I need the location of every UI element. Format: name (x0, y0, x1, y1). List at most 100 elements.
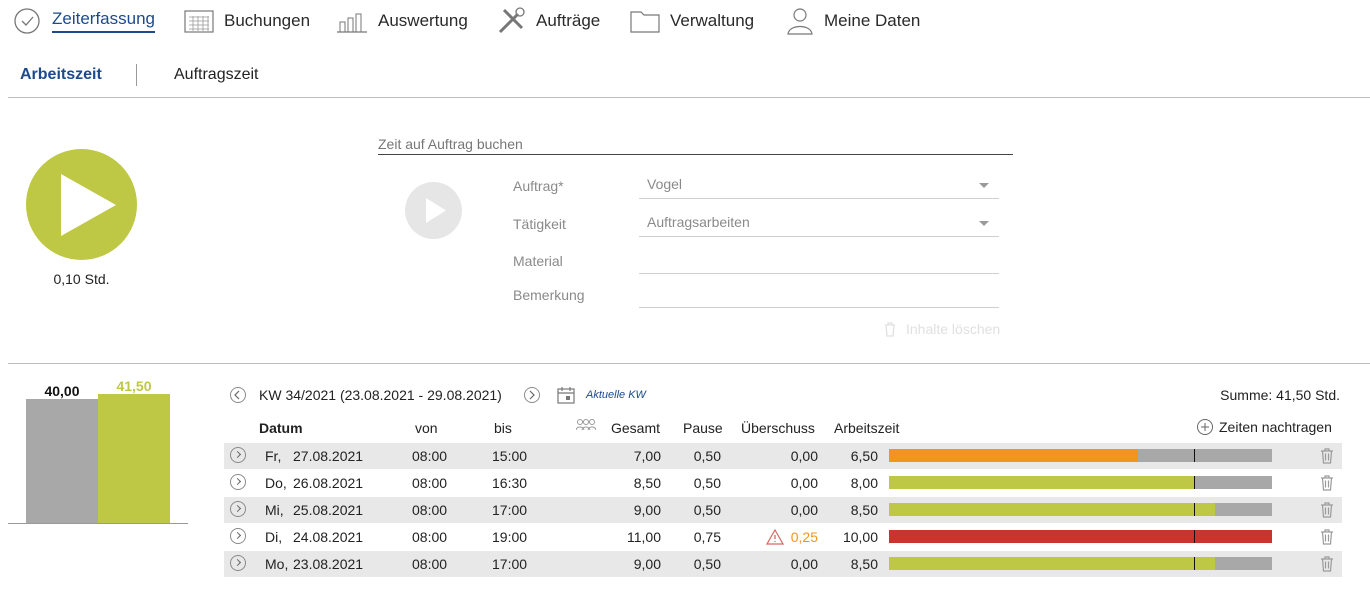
nav-label: Verwaltung (670, 11, 755, 30)
col-von: von (415, 420, 438, 436)
worktime-bar-fill (889, 530, 1272, 543)
week-sum: Summe: 41,50 Std. (1220, 387, 1340, 403)
table-row[interactable]: Do, 26.08.2021 08:00 16:30 8,50 0,50 0,00 8,00 (224, 470, 1342, 496)
material-input[interactable] (639, 249, 999, 274)
target-marker (1194, 530, 1195, 543)
expand-row-button[interactable] (230, 474, 246, 490)
worktime-bar (889, 503, 1272, 516)
auftrag-value: Vogel (647, 176, 683, 192)
nav-meine-daten[interactable]: Meine Daten (786, 6, 920, 36)
start-timer-button[interactable] (26, 149, 137, 260)
target-marker (1194, 557, 1195, 570)
row-pause: 0,50 (693, 502, 721, 518)
chevron-left-icon (234, 390, 240, 400)
expand-row-button[interactable] (230, 555, 246, 571)
prev-week-button[interactable] (230, 387, 246, 403)
row-day: Do, (265, 475, 287, 491)
table-row[interactable]: Mo, 23.08.2021 08:00 17:00 9,00 0,50 0,00 8,50 (224, 551, 1342, 577)
row-gesamt: 7,00 (633, 448, 661, 464)
row-pause: 0,50 (693, 556, 721, 572)
row-arbeitszeit: 8,00 (850, 475, 878, 491)
row-day: Fr, (265, 448, 282, 464)
nav-label: Buchungen (224, 11, 311, 30)
trash-icon[interactable] (1319, 448, 1335, 464)
col-arbeitszeit: Arbeitszeit (834, 420, 900, 436)
table-row[interactable]: Mi, 25.08.2021 08:00 17:00 9,00 0,50 0,00 8,50 (224, 497, 1342, 523)
calendar-grid-icon (184, 10, 214, 33)
current-week-button[interactable]: Aktuelle KW (556, 385, 646, 405)
calendar-icon (557, 387, 575, 404)
target-marker (1194, 449, 1195, 462)
row-von: 08:00 (412, 502, 448, 518)
row-ueberschuss: 0,00 (790, 502, 818, 518)
worktime-bar (889, 449, 1272, 462)
expand-row-button[interactable] (230, 447, 246, 463)
row-day: Di, (265, 529, 283, 545)
row-bis: 17:00 (492, 502, 528, 518)
worktime-bar (889, 476, 1272, 489)
row-pause: 0,50 (693, 475, 721, 491)
timer-value: 0,10 Std. (53, 271, 110, 287)
table-row[interactable]: Fr, 27.08.2021 08:00 15:00 7,00 0,50 0,00 6,50 (224, 443, 1342, 469)
row-arbeitszeit: 6,50 (850, 448, 878, 464)
row-pause: 0,75 (693, 529, 721, 545)
row-gesamt: 9,00 (633, 556, 661, 572)
divider (8, 363, 1370, 364)
row-bis: 16:30 (492, 475, 528, 491)
team-icon[interactable] (575, 418, 597, 437)
clear-label: Inhalte löschen (906, 321, 1001, 337)
expand-row-button[interactable] (230, 528, 246, 544)
taetigkeit-label: Tätigkeit (513, 216, 566, 232)
nav-verwaltung[interactable]: Verwaltung (630, 6, 754, 36)
row-von: 08:00 (412, 475, 448, 491)
row-bis: 19:00 (492, 529, 528, 545)
worktime-bar-fill (889, 449, 1138, 462)
tab-arbeitszeit[interactable]: Arbeitszeit (20, 66, 102, 84)
row-arbeitszeit: 8,50 (850, 502, 878, 518)
row-arbeitszeit: 10,00 (842, 529, 878, 545)
start-order-timer-button[interactable] (405, 182, 462, 239)
nav-label: Auswertung (378, 11, 468, 30)
add-times-label: Zeiten nachtragen (1219, 419, 1332, 435)
actual-bar (98, 394, 170, 523)
row-arbeitszeit: 8,50 (850, 556, 878, 572)
nav-zeiterfassung[interactable]: Zeiterfassung (12, 6, 155, 36)
tab-auftragszeit[interactable]: Auftragszeit (174, 66, 258, 84)
nav-buchungen[interactable]: Buchungen (184, 6, 310, 36)
nav-label: Zeiterfassung (52, 9, 155, 33)
tab-divider (136, 64, 137, 86)
tools-icon (498, 7, 525, 34)
next-week-button[interactable] (524, 387, 540, 403)
col-gesamt: Gesamt (611, 420, 661, 436)
material-label: Material (513, 253, 563, 269)
bemerkung-input[interactable] (639, 283, 999, 308)
week-label: KW 34/2021 (23.08.2021 - 29.08.2021) (259, 387, 502, 403)
row-date: 24.08.2021 (293, 529, 364, 545)
nav-auftraege[interactable]: Aufträge (496, 6, 600, 36)
target-bar (26, 399, 98, 523)
trash-icon[interactable] (1319, 475, 1335, 491)
trash-icon[interactable] (1319, 502, 1335, 518)
row-ueberschuss: 0,00 (790, 475, 818, 491)
table-row[interactable]: Di, 24.08.2021 08:00 19:00 11,00 0,75 0,25 10,0… (224, 524, 1342, 550)
bar-chart-icon (337, 13, 367, 33)
row-day: Mo, (265, 556, 289, 572)
chevron-right-icon (529, 390, 535, 400)
row-von: 08:00 (412, 448, 448, 464)
trash-icon[interactable] (1319, 529, 1335, 545)
trash-icon[interactable] (1319, 556, 1335, 572)
row-day: Mi, (265, 502, 284, 518)
user-icon (787, 8, 813, 35)
row-von: 08:00 (412, 556, 448, 572)
nav-auswertung[interactable]: Auswertung (336, 6, 468, 36)
chart-baseline (8, 523, 188, 524)
row-date: 25.08.2021 (293, 502, 364, 518)
expand-row-button[interactable] (230, 501, 246, 517)
auftrag-select[interactable]: Vogel (639, 174, 999, 199)
taetigkeit-select[interactable]: Auftragsarbeiten (639, 212, 999, 237)
clear-button[interactable]: Inhalte löschen (882, 321, 1000, 337)
col-ueberschuss: Überschuss (741, 420, 815, 436)
add-times-button[interactable]: Zeiten nachtragen (1196, 418, 1332, 436)
divider (8, 97, 1370, 98)
row-ueberschuss: 0,00 (790, 556, 818, 572)
